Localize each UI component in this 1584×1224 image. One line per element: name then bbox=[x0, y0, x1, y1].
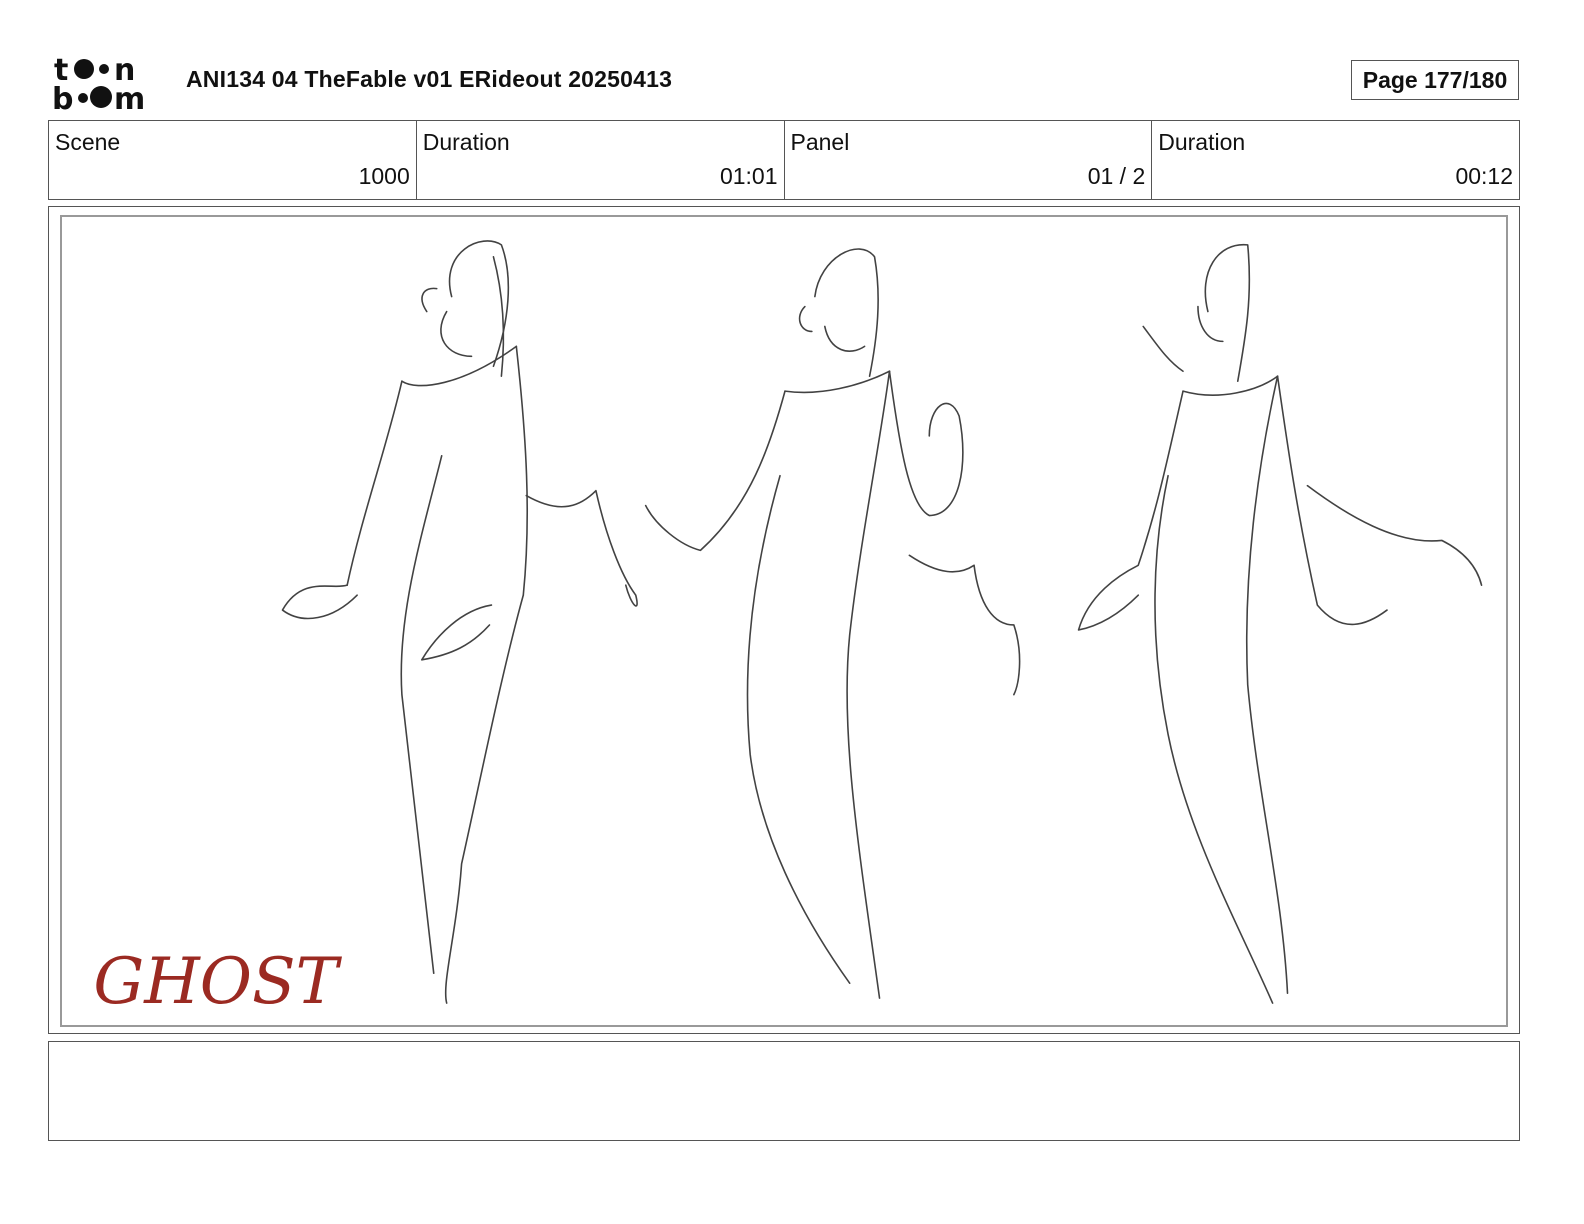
svg-text:m: m bbox=[114, 82, 145, 112]
scene-info-table: Scene 1000 Duration 01:01 Panel 01 / 2 D… bbox=[48, 120, 1520, 200]
ghost-figure-right bbox=[1077, 244, 1483, 1004]
panel-cell: Panel 01 / 2 bbox=[785, 121, 1153, 199]
page-indicator: Page 177/180 bbox=[1351, 60, 1519, 100]
panel-duration-value: 00:12 bbox=[1455, 163, 1513, 189]
toon-boom-logo: t n b m bbox=[52, 53, 145, 112]
ghost-sketch: GHOST bbox=[93, 240, 1483, 1019]
storyboard-panel-frame: GHOST bbox=[48, 206, 1520, 1034]
panel-duration-cell: Duration 00:12 bbox=[1152, 121, 1519, 199]
ghost-figure-middle bbox=[644, 248, 1021, 999]
document-title: ANI134 04 TheFable v01 ERideout 20250413 bbox=[186, 66, 673, 92]
ghost-figure-left bbox=[281, 240, 638, 1004]
ghost-annotation-label: GHOST bbox=[93, 945, 342, 1019]
scene-value: 1000 bbox=[358, 163, 410, 189]
panel-duration-label: Duration bbox=[1158, 129, 1246, 155]
panel-notes-box bbox=[48, 1041, 1520, 1141]
panel-label: Panel bbox=[790, 129, 850, 155]
scene-duration-value: 01:01 bbox=[719, 163, 778, 189]
storyboard-panel-image: GHOST bbox=[60, 215, 1508, 1027]
scene-duration-cell: Duration 01:01 bbox=[417, 121, 785, 199]
scene-cell: Scene 1000 bbox=[49, 121, 417, 199]
scene-label: Scene bbox=[55, 129, 121, 155]
panel-value: 01 / 2 bbox=[1087, 163, 1146, 189]
scene-duration-label: Duration bbox=[422, 129, 510, 155]
svg-text:b: b bbox=[52, 82, 73, 112]
